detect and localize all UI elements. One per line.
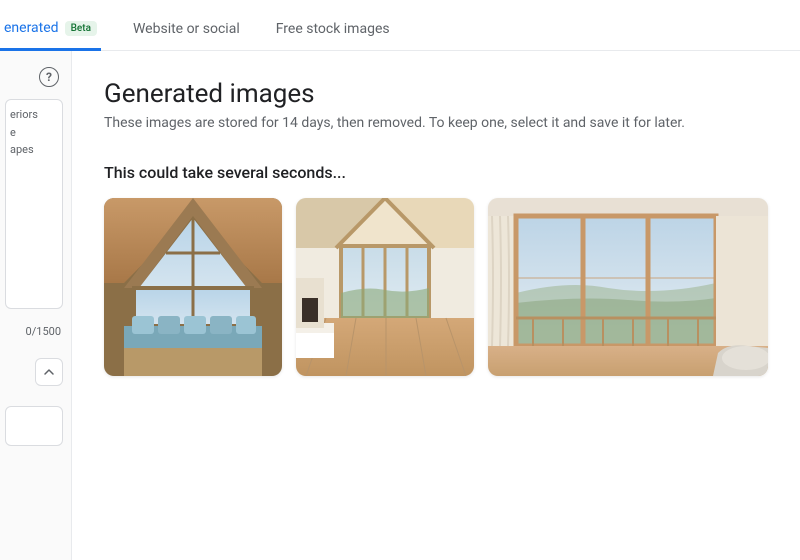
tab-website-social[interactable]: Website or social: [129, 13, 244, 49]
tab-website-label: Website or social: [133, 21, 240, 37]
collapsed-panel[interactable]: [5, 406, 63, 446]
tab-generated-label: enerated: [4, 20, 59, 36]
char-count: 0/1500: [26, 325, 61, 338]
chevron-up-icon: [43, 366, 55, 378]
beta-badge: Beta: [65, 21, 97, 36]
main-content: Generated images These images are stored…: [72, 51, 800, 560]
generated-image-1[interactable]: [104, 198, 282, 376]
prompt-text-fragment: eriors e apes: [10, 108, 38, 156]
page-title: Generated images: [104, 79, 768, 109]
generated-image-3[interactable]: [488, 198, 768, 376]
page-subtitle: These images are stored for 14 days, the…: [104, 115, 768, 131]
prompt-textarea[interactable]: eriors e apes: [5, 99, 63, 309]
generated-image-grid: [104, 198, 768, 376]
tab-stock-label: Free stock images: [276, 21, 390, 37]
tabs-bar: enerated Beta Website or social Free sto…: [0, 0, 800, 51]
collapse-button[interactable]: [35, 358, 63, 386]
tab-stock-images[interactable]: Free stock images: [272, 13, 394, 49]
generated-image-2[interactable]: [296, 198, 474, 376]
help-icon[interactable]: ?: [39, 67, 59, 87]
tab-generated[interactable]: enerated Beta: [0, 12, 101, 51]
sidebar: ? eriors e apes 0/1500: [0, 51, 72, 560]
loading-status: This could take several seconds...: [104, 163, 768, 182]
